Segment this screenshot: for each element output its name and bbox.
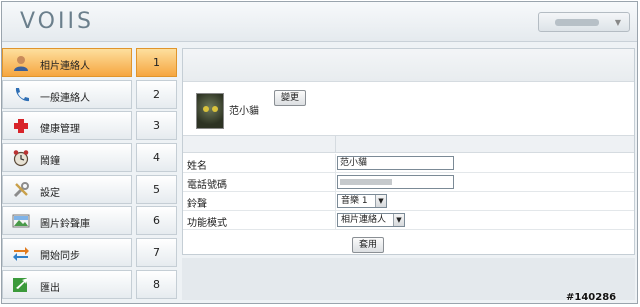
app-header: VOIIS ▼ (2, 2, 637, 42)
form-row-phone: 電話號碼 (183, 173, 634, 192)
slot-number[interactable]: 5 (136, 174, 177, 204)
sidebar-item-settings[interactable]: 設定 (2, 174, 132, 204)
form-row-mode: 功能模式 相片連絡人 ▼ (183, 211, 634, 230)
sidebar-item-label: 開始同步 (40, 251, 80, 263)
image-watermark: #140286 (566, 292, 617, 303)
form-table-header (183, 135, 634, 153)
app-logo: VOIIS (20, 9, 94, 34)
slot-number[interactable]: 3 (136, 111, 177, 141)
slot-number[interactable]: 4 (136, 143, 177, 173)
mode-label: 功能模式 (187, 218, 227, 229)
slot-number[interactable]: 2 (136, 79, 177, 109)
person-icon (12, 54, 30, 72)
ringtone-value: 音樂 1 (341, 196, 368, 206)
device-name-blurred (555, 19, 599, 26)
slot-number[interactable]: 1 (136, 48, 177, 77)
device-selector-dropdown[interactable]: ▼ (538, 12, 630, 32)
slot-number[interactable]: 6 (136, 206, 177, 236)
panel-toolbar (183, 49, 634, 82)
export-icon (12, 276, 30, 294)
sidebar-nav: 相片連絡人 一般連絡人 健康管理 鬧鐘 設定 圖片鈴聲庫 開始同步 匯出 (2, 48, 132, 302)
phone-number-blurred (340, 179, 392, 185)
slot-number[interactable]: 7 (136, 238, 177, 268)
sidebar-item-label: 設定 (40, 187, 60, 199)
sidebar-item-alarm[interactable]: 鬧鐘 (2, 143, 132, 173)
sidebar-item-label: 圖片鈴聲庫 (40, 219, 90, 231)
sidebar-item-general-contacts[interactable]: 一般連絡人 (2, 79, 132, 109)
alarm-clock-icon (12, 149, 30, 167)
sidebar-item-label: 一般連絡人 (40, 92, 90, 104)
sidebar-item-photo-contacts[interactable]: 相片連絡人 (2, 48, 132, 77)
form-row-ringtone: 鈴聲 音樂 1 ▼ (183, 192, 634, 211)
change-photo-button[interactable]: 變更 (274, 90, 306, 106)
chevron-down-icon: ▼ (375, 195, 386, 207)
sidebar-item-health[interactable]: 健康管理 (2, 111, 132, 141)
name-field[interactable]: 范小貓 (337, 156, 454, 170)
sidebar-item-label: 鬧鐘 (40, 156, 60, 168)
form-row-name: 姓名 范小貓 (183, 154, 634, 173)
mode-select[interactable]: 相片連絡人 ▼ (337, 213, 405, 227)
phone-field[interactable] (337, 175, 454, 189)
medical-cross-icon (12, 117, 30, 135)
sidebar-item-label: 相片連絡人 (40, 61, 90, 72)
ringtone-label: 鈴聲 (187, 199, 207, 210)
sync-icon (12, 244, 30, 262)
contact-detail-panel: 范小貓 變更 姓名 范小貓 電話號碼 鈴聲 音樂 1 ▼ 功能模式 相片連絡人 … (182, 48, 635, 255)
sidebar-item-label: 匯出 (40, 282, 60, 294)
contact-avatar (196, 93, 224, 129)
image-library-icon (12, 212, 30, 230)
sidebar-item-label: 健康管理 (40, 124, 80, 136)
sidebar-item-image-ringtone-library[interactable]: 圖片鈴聲庫 (2, 206, 132, 236)
chevron-down-icon: ▼ (393, 214, 404, 226)
sidebar-item-start-sync[interactable]: 開始同步 (2, 238, 132, 268)
tools-icon (12, 181, 30, 199)
slot-number[interactable]: 8 (136, 269, 177, 299)
slot-number-column: 1 2 3 4 5 6 7 8 (136, 48, 177, 302)
ringtone-select[interactable]: 音樂 1 ▼ (337, 194, 387, 208)
contact-name-label: 范小貓 (229, 106, 259, 117)
sidebar-item-export[interactable]: 匯出 (2, 269, 132, 299)
apply-button[interactable]: 套用 (352, 237, 384, 253)
mode-value: 相片連絡人 (341, 215, 387, 225)
chevron-down-icon: ▼ (614, 18, 621, 27)
phone-icon (12, 86, 30, 104)
phone-label: 電話號碼 (187, 180, 227, 191)
name-label: 姓名 (187, 161, 207, 172)
